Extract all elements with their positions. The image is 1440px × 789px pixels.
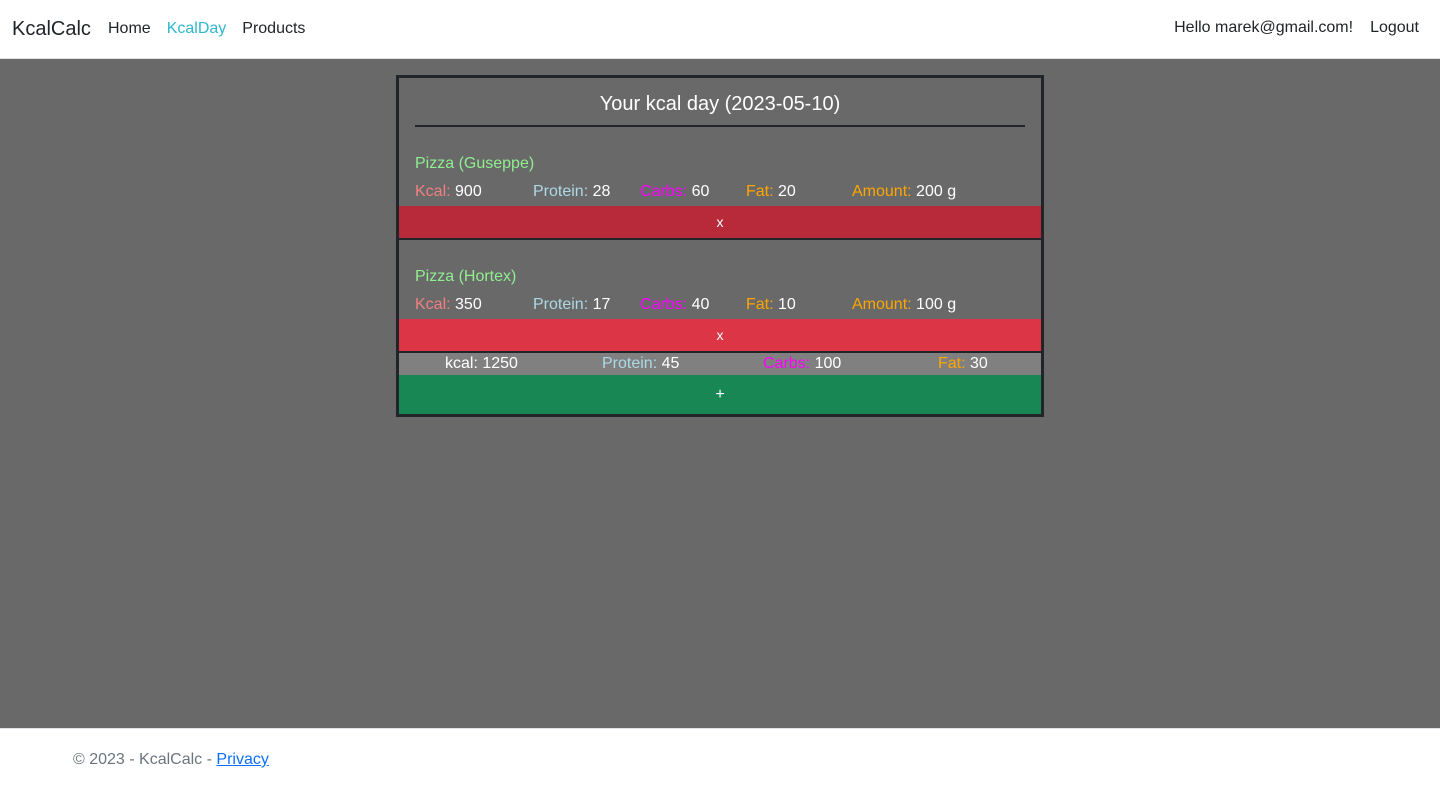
main-content: Your kcal day (2023-05-10) Pizza (Gusepp… bbox=[0, 59, 1440, 728]
total-carbs: Carbs: 100 bbox=[763, 353, 841, 375]
total-kcal-value: 1250 bbox=[482, 355, 518, 372]
amount-label: Amount: bbox=[852, 296, 912, 313]
copyright-text: © 2023 - KcalCalc - bbox=[73, 751, 217, 768]
amount-label: Amount: bbox=[852, 183, 912, 200]
fat-value: 20 bbox=[778, 183, 796, 200]
stat-amount: Amount: 100 g bbox=[852, 295, 956, 315]
total-kcal: kcal: 1250 bbox=[445, 353, 518, 375]
total-protein: Protein: 45 bbox=[602, 353, 679, 375]
footer-text: © 2023 - KcalCalc - Privacy bbox=[73, 750, 269, 770]
totals-row: kcal: 1250 Protein: 45 Carbs: 100 Fat: 3… bbox=[399, 351, 1041, 375]
entry-product-name: Pizza (Hortex) bbox=[415, 268, 517, 285]
privacy-link[interactable]: Privacy bbox=[216, 751, 268, 768]
total-fat-value: 30 bbox=[970, 355, 988, 372]
fat-label: Fat: bbox=[746, 183, 774, 200]
delete-entry-button[interactable]: x bbox=[399, 206, 1041, 238]
entry-stats: Kcal: 900 Protein: 28 Carbs: 60 Fat: 20 … bbox=[415, 182, 1025, 202]
nav-link-home[interactable]: Home bbox=[108, 19, 151, 39]
protein-label: Protein: bbox=[533, 296, 589, 313]
entry-stats: Kcal: 350 Protein: 17 Carbs: 40 Fat: 10 … bbox=[415, 295, 1025, 315]
logout-link[interactable]: Logout bbox=[1370, 18, 1419, 38]
entry-divider bbox=[399, 238, 1041, 240]
page-title: Your kcal day (2023-05-10) bbox=[599, 93, 841, 115]
nav-link-products[interactable]: Products bbox=[242, 19, 305, 39]
carbs-value: 60 bbox=[691, 183, 710, 200]
total-kcal-label: kcal: bbox=[445, 355, 478, 372]
navbar: KcalCalc Home KcalDay Products Hello mar… bbox=[0, 0, 1440, 59]
add-entry-button[interactable]: + bbox=[399, 375, 1041, 414]
total-carbs-label: Carbs: bbox=[763, 355, 811, 372]
stat-kcal: Kcal: 350 bbox=[415, 295, 482, 315]
nav-link-kcalday[interactable]: KcalDay bbox=[167, 19, 227, 39]
stat-fat: Fat: 10 bbox=[746, 295, 796, 315]
entry-product-name: Pizza (Guseppe) bbox=[415, 155, 535, 172]
kcal-label: Kcal: bbox=[415, 296, 451, 313]
kcal-label: Kcal: bbox=[415, 183, 451, 200]
kcal-day-card: Your kcal day (2023-05-10) Pizza (Gusepp… bbox=[396, 75, 1044, 417]
user-area: Hello marek@gmail.com! Logout bbox=[1174, 18, 1419, 38]
total-fat-label: Fat: bbox=[938, 355, 966, 372]
kcal-value: 350 bbox=[455, 296, 482, 313]
stat-kcal: Kcal: 900 bbox=[415, 182, 482, 202]
fat-label: Fat: bbox=[746, 296, 774, 313]
amount-value: 100 g bbox=[916, 296, 957, 313]
protein-value: 17 bbox=[592, 296, 611, 313]
total-fat: Fat: 30 bbox=[938, 353, 988, 375]
carbs-label: Carbs: bbox=[640, 296, 688, 313]
footer: © 2023 - KcalCalc - Privacy bbox=[0, 728, 1440, 789]
carbs-label: Carbs: bbox=[640, 183, 688, 200]
stat-carbs: Carbs: 60 bbox=[640, 182, 709, 202]
brand-logo[interactable]: KcalCalc bbox=[12, 17, 91, 41]
total-protein-value: 45 bbox=[661, 355, 680, 372]
fat-value: 10 bbox=[778, 296, 796, 313]
protein-value: 28 bbox=[592, 183, 611, 200]
total-carbs-value: 100 bbox=[814, 355, 842, 372]
carbs-value: 40 bbox=[691, 296, 710, 313]
stat-carbs: Carbs: 40 bbox=[640, 295, 709, 315]
nav-links: Home KcalDay Products bbox=[108, 19, 321, 39]
user-greeting: Hello marek@gmail.com! bbox=[1174, 19, 1354, 36]
title-divider bbox=[415, 125, 1025, 127]
stat-fat: Fat: 20 bbox=[746, 182, 796, 202]
protein-label: Protein: bbox=[533, 183, 589, 200]
delete-entry-button[interactable]: x bbox=[399, 319, 1041, 351]
stat-protein: Protein: 28 bbox=[533, 182, 610, 202]
total-protein-label: Protein: bbox=[602, 355, 658, 372]
amount-value: 200 g bbox=[916, 183, 957, 200]
stat-amount: Amount: 200 g bbox=[852, 182, 956, 202]
kcal-value: 900 bbox=[455, 183, 482, 200]
stat-protein: Protein: 17 bbox=[533, 295, 610, 315]
